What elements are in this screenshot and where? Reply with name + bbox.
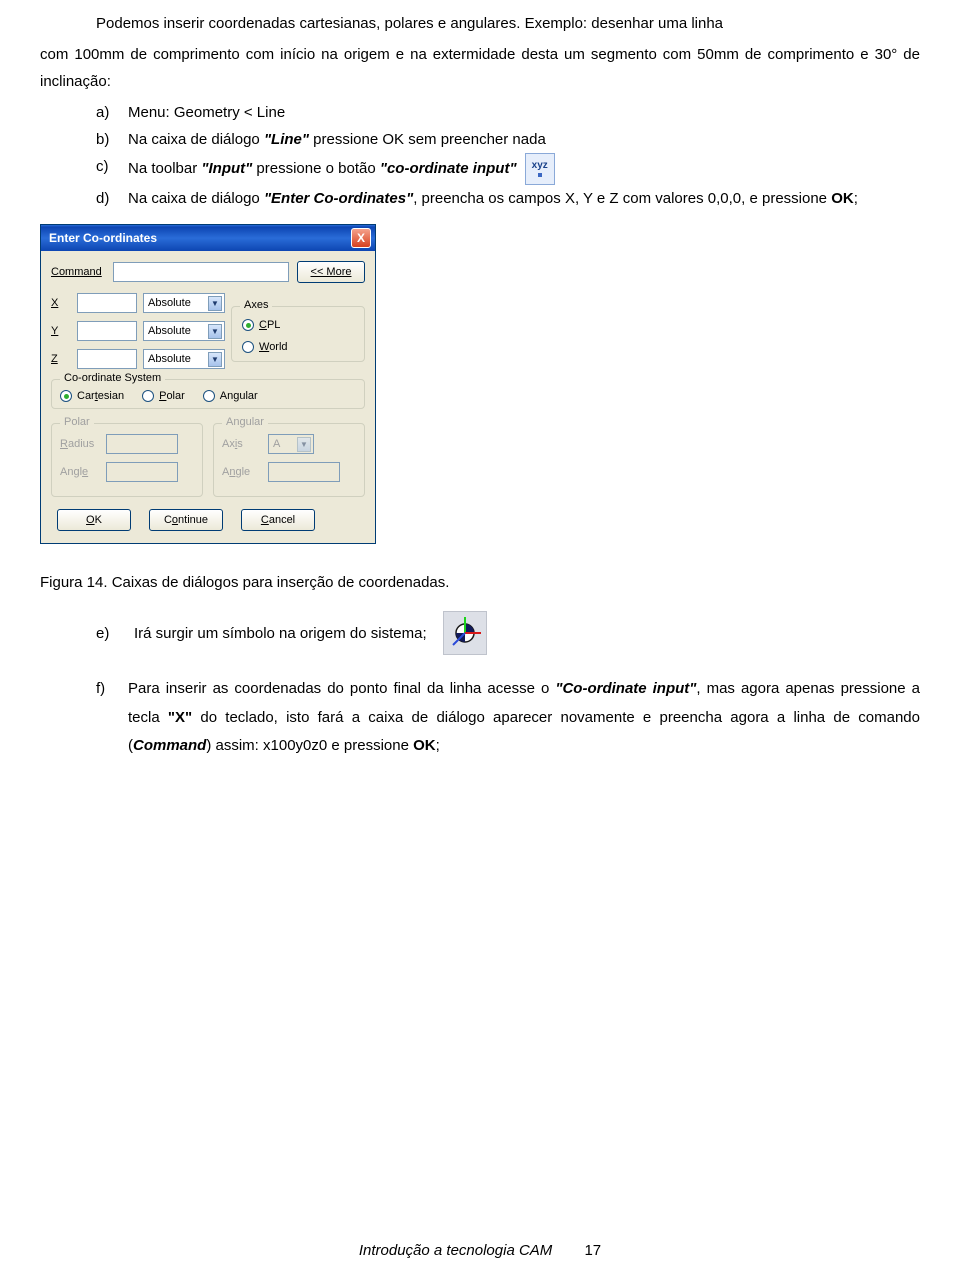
bold: Command <box>133 737 206 754</box>
polar-legend: Polar <box>60 416 94 428</box>
text: Na caixa de diálogo <box>128 131 264 148</box>
radio-label: Angular <box>220 390 258 402</box>
list-marker: a) <box>96 99 118 126</box>
dialog-body: Command << More X Absolute▼ Axes CPL Wor… <box>41 251 375 543</box>
list-marker: d) <box>96 185 118 212</box>
page-footer: Introdução a tecnologia CAM 17 <box>0 1242 960 1259</box>
radio-label: Cartesian <box>77 390 124 402</box>
text: pressione o botão <box>252 160 380 177</box>
x-mode-select[interactable]: Absolute▼ <box>143 293 225 313</box>
continue-button[interactable]: Continue <box>149 509 223 531</box>
coord-legend: Co-ordinate System <box>60 372 165 384</box>
x-label: X <box>51 297 71 309</box>
list-marker: b) <box>96 126 118 153</box>
axis-label: Axis <box>222 438 262 450</box>
ok-button[interactable]: OK <box>57 509 131 531</box>
figure-caption: Figura 14. Caixas de diálogos para inser… <box>40 574 920 591</box>
polar-angle-input <box>106 462 178 482</box>
radius-input <box>106 434 178 454</box>
list-marker: e) <box>96 625 118 642</box>
quoted: "co-ordinate input" <box>380 160 517 177</box>
text: Na toolbar <box>128 160 201 177</box>
axes-cpl-radio[interactable]: CPL <box>242 319 354 331</box>
angular-group: Angular Axis A▼ Angle <box>213 423 365 497</box>
chevron-down-icon: ▼ <box>208 296 222 311</box>
text: ) assim: x100y0z0 e pressione <box>206 737 413 754</box>
dialog-titlebar[interactable]: Enter Co-ordinates X <box>41 225 375 251</box>
more-button[interactable]: << More <box>297 261 365 283</box>
coordinate-system-group: Co-ordinate System Cartesian Polar Angul… <box>51 379 365 409</box>
chevron-down-icon: ▼ <box>297 437 311 452</box>
list-text: Na toolbar "Input" pressione o botão "co… <box>128 153 920 185</box>
radio-label: World <box>259 341 288 353</box>
steps-list: a) Menu: Geometry < Line b) Na caixa de … <box>96 99 920 212</box>
axes-group: Axes CPL World <box>231 306 365 362</box>
z-mode-select[interactable]: Absolute▼ <box>143 349 225 369</box>
list-item: f) Para inserir as coordenadas do ponto … <box>96 675 920 761</box>
radius-label: Radius <box>60 438 100 450</box>
chevron-down-icon: ▼ <box>208 352 222 367</box>
radio-label: CPL <box>259 319 280 331</box>
angular-angle-label: Angle <box>222 466 262 478</box>
polar-angle-label: Angle <box>60 466 100 478</box>
list-marker: c) <box>96 153 118 180</box>
list-item: e) Irá surgir um símbolo na origem do si… <box>96 611 920 655</box>
axes-legend: Axes <box>240 299 272 311</box>
bold: "X" <box>168 709 192 726</box>
page-number: 17 <box>584 1242 601 1259</box>
origin-symbol-icon <box>443 611 487 655</box>
icon-dot <box>538 173 542 177</box>
icon-text: xyz <box>532 161 548 171</box>
quoted: "Input" <box>201 160 252 177</box>
list-text: Na caixa de diálogo "Line" pressione OK … <box>128 126 920 153</box>
bold: OK <box>413 737 436 754</box>
coord-cartesian-radio[interactable]: Cartesian <box>60 390 124 402</box>
cancel-button[interactable]: Cancel <box>241 509 315 531</box>
bold: OK <box>831 190 854 207</box>
quoted: "Enter Co-ordinates" <box>264 190 413 207</box>
z-label: Z <box>51 353 71 365</box>
x-input[interactable] <box>77 293 137 313</box>
z-input[interactable] <box>77 349 137 369</box>
coordinate-input-icon: xyz <box>525 153 555 185</box>
list-text: Na caixa de diálogo "Enter Co-ordinates"… <box>128 185 920 212</box>
coord-angular-radio[interactable]: Angular <box>203 390 258 402</box>
text: , preencha os campos X, Y e Z com valore… <box>413 190 831 207</box>
chevron-down-icon: ▼ <box>208 324 222 339</box>
list-text: Para inserir as coordenadas do ponto fin… <box>128 675 920 761</box>
angular-legend: Angular <box>222 416 268 428</box>
command-label: Command <box>51 266 105 278</box>
text: Para inserir as coordenadas do ponto fin… <box>128 680 555 697</box>
list-marker: f) <box>96 675 118 702</box>
text: ; <box>854 190 858 207</box>
list-text: Irá surgir um símbolo na origem do siste… <box>134 625 427 642</box>
list-text: Menu: Geometry < Line <box>128 99 920 126</box>
text: Na caixa de diálogo <box>128 190 264 207</box>
quoted: "Co-ordinate input" <box>555 680 696 697</box>
enter-coordinates-dialog: Enter Co-ordinates X Command << More X A… <box>40 224 376 544</box>
text: ; <box>436 737 440 754</box>
coord-polar-radio[interactable]: Polar <box>142 390 185 402</box>
list-item: a) Menu: Geometry < Line <box>96 99 920 126</box>
intro-paragraph-line2: com 100mm de comprimento com início na o… <box>40 41 920 95</box>
intro-paragraph-line1: Podemos inserir coordenadas cartesianas,… <box>40 10 920 37</box>
y-label: Y <box>51 325 71 337</box>
list-item: c) Na toolbar "Input" pressione o botão … <box>96 153 920 185</box>
y-mode-select[interactable]: Absolute▼ <box>143 321 225 341</box>
close-icon[interactable]: X <box>351 228 371 248</box>
polar-group: Polar Radius Angle <box>51 423 203 497</box>
text: pressione OK sem preencher nada <box>309 131 546 148</box>
angular-angle-input <box>268 462 340 482</box>
radio-label: Polar <box>159 390 185 402</box>
command-input[interactable] <box>113 262 289 282</box>
axes-world-radio[interactable]: World <box>242 341 354 353</box>
axis-select: A▼ <box>268 434 314 454</box>
quoted: "Line" <box>264 131 309 148</box>
list-item: b) Na caixa de diálogo "Line" pressione … <box>96 126 920 153</box>
list-item: d) Na caixa de diálogo "Enter Co-ordinat… <box>96 185 920 212</box>
dialog-title: Enter Co-ordinates <box>49 231 157 245</box>
footer-title: Introdução a tecnologia CAM <box>359 1242 552 1259</box>
y-input[interactable] <box>77 321 137 341</box>
